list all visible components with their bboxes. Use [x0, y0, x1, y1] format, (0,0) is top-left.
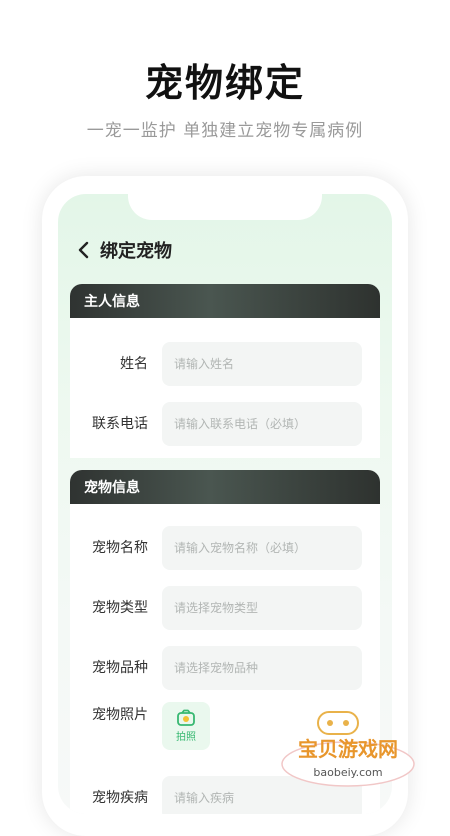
pet-photo-label: 宠物照片	[92, 707, 148, 723]
owner-section-title: 主人信息	[84, 294, 140, 310]
owner-phone-label: 联系电话	[92, 416, 148, 432]
back-button[interactable]	[72, 238, 96, 262]
svg-text:baobeiy.com: baobeiy.com	[313, 766, 382, 779]
take-photo-button[interactable]: 拍照	[162, 702, 210, 750]
owner-name-input[interactable]: 请输入姓名	[162, 342, 362, 386]
pet-type-select[interactable]: 请选择宠物类型	[162, 586, 362, 630]
pet-type-label: 宠物类型	[92, 600, 148, 616]
pet-type-row: 宠物类型 请选择宠物类型	[70, 586, 380, 630]
owner-name-label: 姓名	[120, 356, 148, 372]
pet-name-label: 宠物名称	[92, 540, 148, 556]
pet-name-row: 宠物名称 请输入宠物名称（必填）	[70, 526, 380, 570]
app-title: 绑定宠物	[100, 241, 172, 262]
chevron-left-icon	[78, 241, 89, 259]
pet-section-title: 宠物信息	[84, 480, 140, 496]
take-photo-label: 拍照	[176, 732, 196, 743]
svg-text:宝贝游戏网: 宝贝游戏网	[298, 737, 398, 761]
page-headline: 宠物绑定	[144, 61, 305, 105]
pet-breed-row: 宠物品种 请选择宠物品种	[70, 646, 380, 690]
phone-notch	[128, 176, 322, 220]
pet-name-input[interactable]: 请输入宠物名称（必填）	[162, 526, 362, 570]
owner-phone-input[interactable]: 请输入联系电话（必填）	[162, 402, 362, 446]
pet-breed-select[interactable]: 请选择宠物品种	[162, 646, 362, 690]
pet-section-header: 宠物信息	[70, 470, 380, 504]
watermark: 宝贝游戏网 baobeiy.com	[270, 698, 420, 788]
owner-name-row: 姓名 请输入姓名	[70, 342, 380, 386]
pet-breed-label: 宠物品种	[92, 660, 148, 676]
owner-section-header: 主人信息	[70, 284, 380, 318]
camera-icon	[177, 709, 195, 726]
page-subline: 一宠一监护 单独建立宠物专属病例	[86, 121, 364, 141]
app-topbar: 绑定宠物	[58, 232, 392, 268]
watermark-logo-icon: 宝贝游戏网 baobeiy.com	[281, 711, 415, 787]
owner-section-card: 姓名 请输入姓名 联系电话 请输入联系电话（必填）	[70, 318, 380, 458]
owner-phone-row: 联系电话 请输入联系电话（必填）	[70, 402, 380, 446]
pet-disease-label: 宠物疾病	[92, 790, 148, 806]
